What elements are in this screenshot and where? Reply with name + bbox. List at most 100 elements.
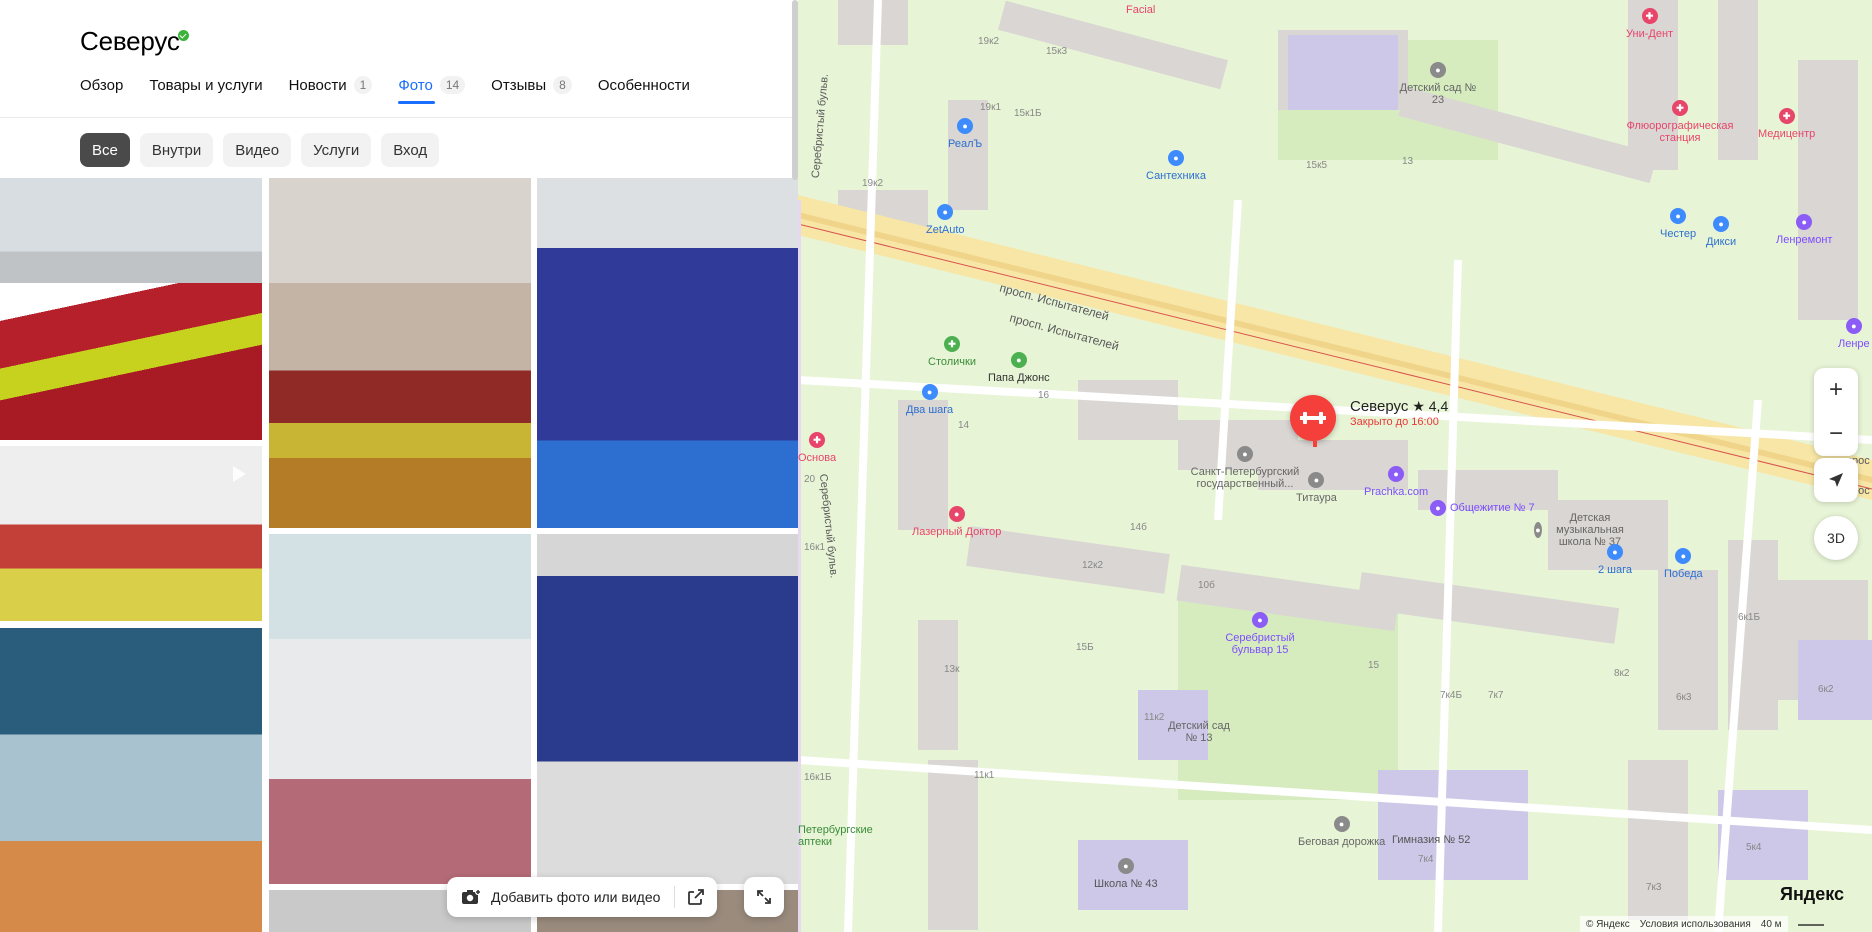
fullscreen-button[interactable] [744, 877, 784, 917]
poi-peterburgskie-apteki[interactable]: Петербургские аптеки [798, 824, 878, 848]
app-root: Северус Обзор Товары и услуги Новости 1 Ф… [0, 0, 1872, 932]
tab-count: 1 [353, 76, 373, 94]
building-number: 19к2 [978, 36, 1000, 47]
tab-label: Обзор [80, 76, 124, 94]
share-button[interactable] [675, 877, 717, 917]
poi-medicentr[interactable]: ✚ Медицентр [1758, 108, 1815, 140]
filter-video[interactable]: Видео [223, 133, 292, 167]
poi-label: Общежитие № 7 [1450, 502, 1535, 514]
photo-thumbnail[interactable] [537, 534, 798, 884]
org-tabs: Обзор Товары и услуги Новости 1 Фото 14 От… [80, 74, 716, 104]
poi-gymnasium-52[interactable]: Гимназия № 52 [1392, 834, 1470, 846]
selected-org-pin[interactable] [1290, 395, 1336, 441]
filter-inside[interactable]: Внутри [139, 133, 214, 167]
building-number: 15к3 [1046, 46, 1068, 57]
poi-serebristy-15[interactable]: ● Серебристый бульвар 15 [1220, 612, 1300, 656]
building-number: 7к3 [1646, 882, 1662, 893]
3d-toggle-button[interactable]: 3D [1814, 516, 1858, 560]
shop-icon: ● [1167, 150, 1184, 166]
poi-uni-dent[interactable]: ✚ Уни-Дент [1626, 8, 1673, 40]
building-number: 7к4Б [1440, 690, 1463, 701]
building-number: 19к1 [980, 102, 1002, 113]
poi-music-school-37[interactable]: ● Детская музыкальная школа № 37 [1534, 512, 1634, 548]
poi-lenre[interactable]: ● Ленре [1838, 318, 1870, 350]
building-number: 14 [958, 420, 970, 431]
poi-label: Сантехника [1146, 170, 1206, 182]
building-number: 6к1Б [1738, 612, 1761, 623]
pin-status: Закрыто до 16:00 [1350, 416, 1439, 428]
poi-kindergarten-23[interactable]: ● Детский сад № 23 [1398, 62, 1478, 106]
map[interactable]: просп. Испытателей просп. Испытателей Се… [798, 0, 1872, 932]
tab-photos[interactable]: Фото 14 [398, 74, 466, 104]
poi-dixy[interactable]: ● Дикси [1706, 216, 1736, 248]
building-number: 7к4 [1418, 854, 1434, 865]
pin-tail [1313, 441, 1317, 447]
building-number: 11к2 [1144, 712, 1165, 723]
poi-2-shaga[interactable]: ● 2 шага [1598, 544, 1632, 576]
service-icon: ● [1252, 612, 1268, 628]
photo-thumbnail[interactable] [0, 178, 262, 440]
poi-label: Facial [1126, 4, 1156, 16]
poi-stolichki[interactable]: ✚ Столички [928, 336, 976, 368]
pin-label[interactable]: Северус ★ 4,4 [1350, 398, 1448, 415]
service-icon: ● [1845, 318, 1862, 334]
tab-overview[interactable]: Обзор [80, 74, 123, 96]
photo-thumbnail[interactable] [0, 628, 262, 932]
tab-features[interactable]: Особенности [598, 74, 690, 96]
poi-label: Серебристый бульвар 15 [1225, 632, 1295, 656]
place-icon: ● [1308, 472, 1325, 488]
poi-label: Честер [1660, 228, 1697, 240]
org-panel: Северус Обзор Товары и услуги Новости 1 Ф… [0, 0, 798, 932]
poi-pobeda[interactable]: ● Победа [1664, 548, 1703, 580]
school-icon: ● [1534, 522, 1542, 538]
expand-icon [757, 890, 771, 904]
tab-news[interactable]: Новости 1 [289, 74, 373, 96]
poi-fluoro-station[interactable]: ✚ Флюорографическая станция [1620, 100, 1740, 144]
photo-thumbnail[interactable] [269, 534, 531, 884]
zoom-out-button[interactable]: − [1814, 412, 1858, 456]
photo-thumbnail[interactable] [537, 178, 798, 528]
shop-icon: ● [921, 384, 938, 400]
poi-label: Детская музыкальная школа № 37 [1556, 512, 1624, 548]
building-number: 15к1Б [1014, 108, 1042, 119]
medical-icon: ✚ [1778, 108, 1795, 124]
zoom-in-button[interactable]: + [1814, 368, 1858, 412]
poi-papa-johns[interactable]: ● Папа Джонс [988, 352, 1050, 384]
poi-zetauto[interactable]: ● ZetAuto [926, 204, 965, 236]
poi-label: Гимназия № 52 [1392, 834, 1471, 846]
poi-osnova[interactable]: ✚ Основа [798, 432, 836, 464]
video-thumbnail[interactable] [0, 446, 262, 621]
add-media-button[interactable]: Добавить фото или видео [447, 877, 674, 917]
poi-lazerny-doktor[interactable]: ● Лазерный Доктор [912, 506, 1001, 538]
pin-name: Северус [1350, 398, 1409, 415]
tab-goods[interactable]: Товары и услуги [149, 74, 262, 96]
building-number: 16 [1038, 390, 1050, 401]
pet-icon: ● [1670, 208, 1687, 224]
poi-spb-university[interactable]: ● Санкт-Петербургский государственный... [1190, 446, 1300, 490]
poi-label: Петербургские аптеки [798, 824, 873, 848]
locate-button[interactable] [1814, 458, 1858, 502]
photo-thumbnail[interactable] [269, 178, 531, 528]
poi-obshchezhitie-7[interactable]: ● Общежитие № 7 [1430, 500, 1535, 516]
poi-facial[interactable]: Facial [1126, 4, 1155, 16]
poi-school-43[interactable]: ● Школа № 43 [1094, 858, 1158, 890]
poi-dva-shaga[interactable]: ● Два шага [906, 384, 953, 416]
building-number: 19к2 [862, 178, 884, 189]
poi-lenremont[interactable]: ● Ленремонт [1776, 214, 1832, 246]
filter-all[interactable]: Все [80, 133, 130, 167]
filter-entrance[interactable]: Вход [381, 133, 440, 167]
running-icon: ● [1333, 816, 1350, 832]
poi-titaura[interactable]: ● Титаура [1296, 472, 1337, 504]
poi-running-track[interactable]: ● Беговая дорожка [1298, 816, 1385, 848]
poi-chester[interactable]: ● Честер [1660, 208, 1696, 240]
poi-santehnika[interactable]: ● Сантехника [1146, 150, 1206, 182]
terms-link[interactable]: Условия использования [1640, 919, 1751, 930]
filter-services[interactable]: Услуги [301, 133, 372, 167]
tab-reviews[interactable]: Отзывы 8 [491, 74, 572, 96]
poi-real[interactable]: ● РеалЪ [948, 118, 982, 150]
poi-label: 2 шага [1598, 564, 1633, 576]
poi-prachka[interactable]: ● Prachka.com [1364, 466, 1428, 498]
poi-kindergarten-13[interactable]: Детский сад № 13 [1164, 720, 1234, 744]
medical-icon: ● [948, 506, 965, 522]
poi-label: Основа [798, 452, 837, 464]
